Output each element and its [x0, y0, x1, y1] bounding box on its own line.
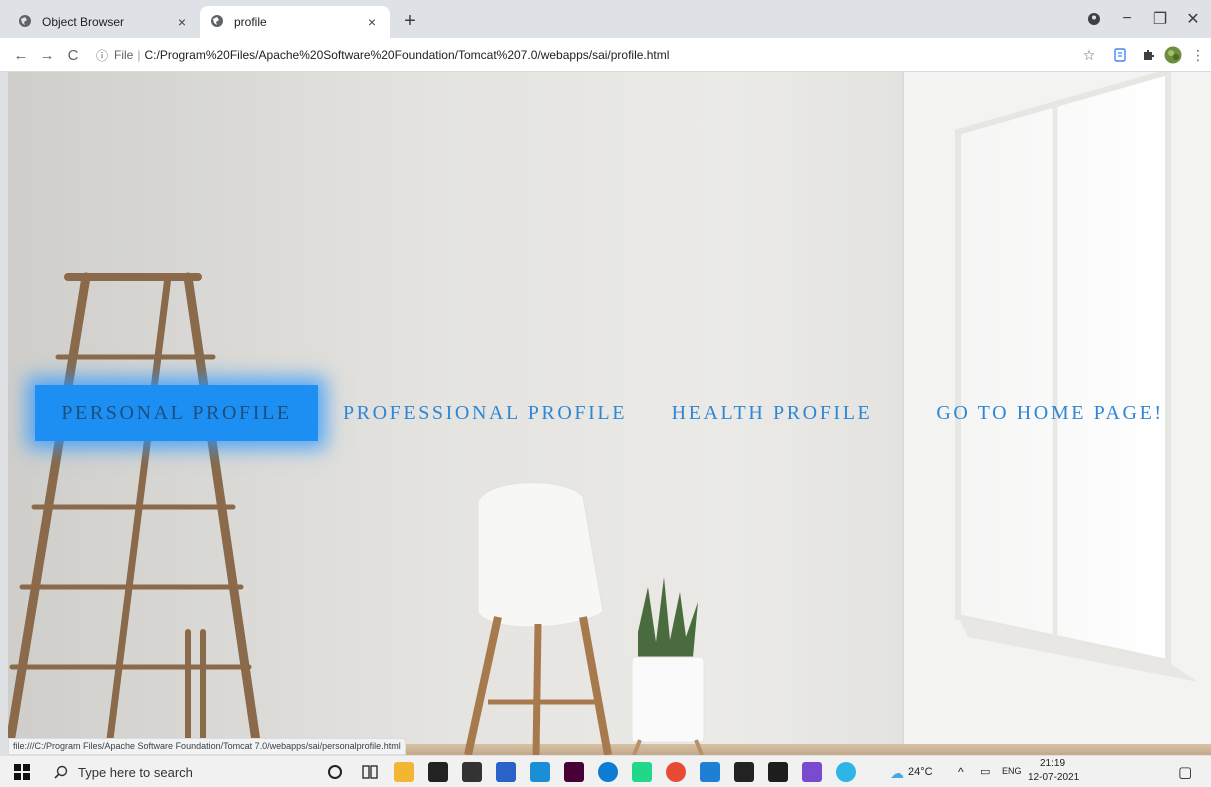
language-indicator[interactable]: ENG	[1002, 766, 1022, 776]
url-scheme: File	[114, 48, 134, 62]
reading-list-icon[interactable]	[1110, 45, 1130, 65]
app-icon[interactable]	[496, 762, 516, 782]
more-menu-icon[interactable]: ⋮	[1188, 45, 1208, 65]
store-icon[interactable]	[428, 762, 448, 782]
notifications-icon[interactable]: ▢	[1178, 763, 1192, 781]
task-view-icon[interactable]	[360, 762, 380, 782]
mail-icon[interactable]	[462, 762, 482, 782]
adobe-xd-icon[interactable]	[564, 762, 584, 782]
edge-icon[interactable]	[598, 762, 618, 782]
page-viewport: PERSONAL PROFILE PROFESSIONAL PROFILE HE…	[8, 72, 1211, 755]
info-icon[interactable]: ⓘ	[96, 47, 108, 64]
menu-professional-profile[interactable]: PROFESSIONAL PROFILE	[325, 385, 645, 441]
url-separator: |	[137, 48, 141, 62]
pycharm-icon[interactable]	[632, 762, 652, 782]
forward-button[interactable]: →	[36, 44, 58, 66]
tab-title: profile	[234, 15, 267, 29]
new-tab-button[interactable]: +	[398, 10, 422, 34]
search-icon	[54, 765, 68, 779]
browser-toolbar: ← → C ⓘ File | C:/Program%20Files/Apache…	[0, 38, 1211, 72]
file-explorer-icon[interactable]	[394, 762, 414, 782]
taskbar-search[interactable]: Type here to search	[48, 758, 310, 786]
plant-image	[631, 577, 705, 755]
minimize-button[interactable]: −	[1113, 6, 1141, 32]
clock-time[interactable]: 21:19	[1040, 758, 1065, 769]
user-avatar[interactable]	[1163, 45, 1183, 65]
bookmark-star-icon[interactable]: ☆	[1079, 45, 1099, 65]
close-tab-icon[interactable]: ×	[174, 14, 190, 30]
globe-icon	[18, 14, 34, 30]
photos-icon[interactable]	[768, 762, 788, 782]
address-bar[interactable]: ⓘ File | C:/Program%20Files/Apache%20Sof…	[96, 43, 1096, 67]
tab-object-browser[interactable]: Object Browser ×	[18, 6, 200, 38]
start-windows-icon[interactable]	[14, 764, 30, 780]
weather-icon[interactable]: ☁	[890, 765, 904, 782]
skype-icon[interactable]	[530, 762, 550, 782]
url-text: C:/Program%20Files/Apache%20Software%20F…	[144, 48, 670, 62]
tab-profile[interactable]: profile ×	[200, 6, 390, 38]
weather-temperature[interactable]: 24°C	[908, 766, 933, 778]
link-status-bar: file:///C:/Program Files/Apache Software…	[8, 738, 406, 755]
chair-image	[464, 482, 612, 755]
menu-go-to-home-page[interactable]: GO TO HOME PAGE!	[915, 385, 1185, 441]
app-icon[interactable]	[802, 762, 822, 782]
internet-explorer-icon[interactable]	[836, 762, 856, 782]
chrome-icon[interactable]	[666, 762, 686, 782]
close-window-button[interactable]: ✕	[1179, 6, 1207, 32]
close-tab-icon[interactable]: ×	[364, 14, 380, 30]
back-button[interactable]: ←	[10, 44, 32, 66]
window-image	[955, 72, 1198, 682]
screen: Object Browser × profile × + − ❐ ✕ ← → C…	[0, 0, 1211, 787]
chrome-profile-icon[interactable]	[1080, 6, 1108, 32]
vscode-icon[interactable]	[700, 762, 720, 782]
windows-taskbar: Type here to search ☁ 24°C ^ ▭ ENG 21:19…	[0, 755, 1211, 787]
globe-icon	[210, 14, 226, 30]
tab-title: Object Browser	[42, 15, 125, 29]
profile-menu: PERSONAL PROFILE PROFESSIONAL PROFILE HE…	[35, 385, 1205, 441]
extensions-icon[interactable]	[1138, 45, 1158, 65]
ladder-image	[8, 272, 263, 755]
chevron-up-icon[interactable]: ^	[958, 765, 964, 779]
search-placeholder: Type here to search	[78, 764, 193, 780]
menu-personal-profile[interactable]: PERSONAL PROFILE	[35, 385, 318, 441]
maximize-button[interactable]: ❐	[1146, 6, 1174, 32]
reload-button[interactable]: C	[62, 44, 84, 66]
clock-date[interactable]: 12-07-2021	[1028, 772, 1079, 783]
menu-health-profile[interactable]: HEALTH PROFILE	[657, 385, 887, 441]
battery-icon[interactable]: ▭	[980, 765, 990, 778]
terminal-icon[interactable]	[734, 762, 754, 782]
cortana-icon[interactable]	[328, 765, 342, 779]
tab-strip: Object Browser × profile × + − ❐ ✕	[0, 0, 1211, 38]
